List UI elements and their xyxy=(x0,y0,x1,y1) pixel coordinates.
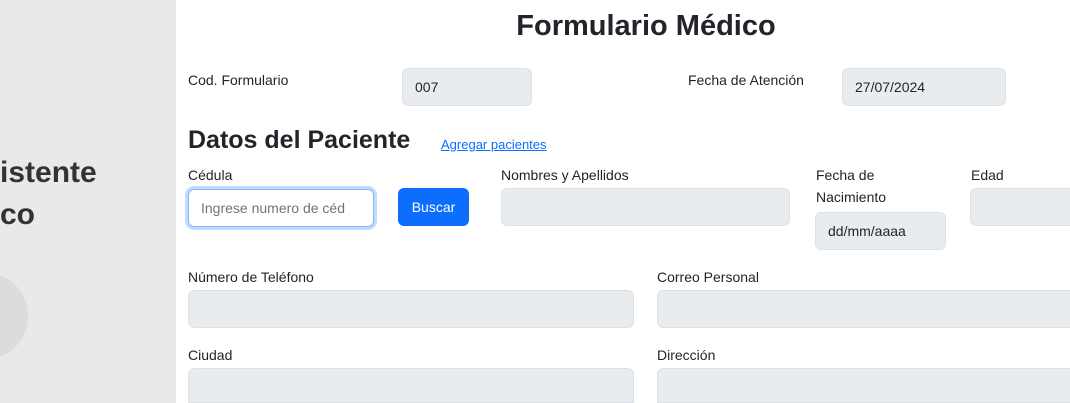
fecha-nacimiento-field[interactable]: dd/mm/aaaa xyxy=(815,212,946,250)
sidebar: istente co xyxy=(0,0,176,403)
fecha-atencion-label: Fecha de Atención xyxy=(688,72,804,88)
brand-line-1: istente xyxy=(0,156,97,189)
fecha-atencion-field[interactable]: 27/07/2024 xyxy=(842,68,1006,106)
correo-field[interactable] xyxy=(657,290,1070,328)
ciudad-label: Ciudad xyxy=(188,347,233,363)
edad-field[interactable] xyxy=(970,188,1070,226)
telefono-field[interactable] xyxy=(188,290,634,328)
correo-label: Correo Personal xyxy=(657,269,759,285)
direccion-field[interactable] xyxy=(657,368,1070,403)
app-brand: istente co xyxy=(0,152,97,236)
cod-formulario-field[interactable]: 007 xyxy=(402,68,532,106)
nombres-label: Nombres y Apellidos xyxy=(501,167,629,183)
cod-formulario-label: Cod. Formulario xyxy=(188,72,289,88)
edad-label: Edad xyxy=(971,167,1004,183)
cedula-input[interactable] xyxy=(188,189,374,227)
fecha-nacimiento-label: Fecha de Nacimiento xyxy=(816,167,887,205)
nombres-field[interactable] xyxy=(501,188,790,226)
cedula-label: Cédula xyxy=(188,167,233,183)
section-datos-paciente: Datos del Paciente xyxy=(188,126,411,154)
direccion-label: Dirección xyxy=(657,347,716,363)
main-content: Formulario Médico Cod. Formulario 007 Fe… xyxy=(176,0,1070,403)
ciudad-field[interactable] xyxy=(188,368,634,403)
add-patients-link[interactable]: Agregar pacientes xyxy=(441,137,547,152)
page-title: Formulario Médico xyxy=(516,10,776,42)
telefono-label: Número de Teléfono xyxy=(188,269,314,285)
avatar xyxy=(0,272,28,360)
brand-line-2: co xyxy=(0,198,36,231)
buscar-button[interactable]: Buscar xyxy=(398,188,469,226)
